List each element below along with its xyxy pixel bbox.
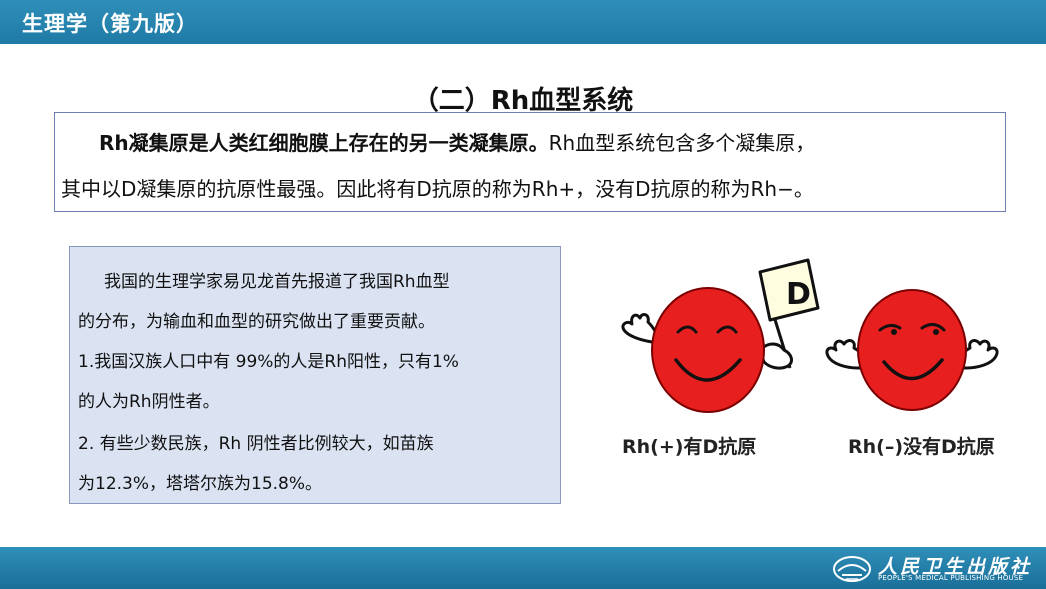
course-title: 生理学（第九版） bbox=[22, 12, 198, 36]
rh-cells-drawing: D bbox=[621, 258, 999, 413]
positive-cell-icon bbox=[651, 287, 765, 413]
publisher-name-en: PEOPLE'S MEDICAL PUBLISHING HOUSE bbox=[878, 574, 1024, 582]
info-line-5: 2. 有些少数民族，Rh 阴性者比例较大，如苗族 bbox=[78, 434, 434, 454]
rh-negative-label: Rh(–)没有D抗原 bbox=[848, 436, 995, 458]
definition-rest-text: Rh血型系统包含多个凝集原， bbox=[548, 131, 816, 155]
header-bar: 生理学（第九版） bbox=[0, 0, 1046, 44]
info-line-6: 为12.3%，塔塔尔族为15.8%。 bbox=[78, 474, 323, 494]
definition-line-2: 其中以D凝集原的抗原性最强。因此将有D抗原的称为Rh+，没有D抗原的称为Rh−。 bbox=[61, 177, 814, 201]
info-line-4: 的人为Rh阴性者。 bbox=[78, 392, 220, 412]
info-line-2: 的分布，为输血和血型的研究做出了重要贡献。 bbox=[78, 312, 435, 332]
flag-letter: D bbox=[786, 277, 811, 312]
info-line-1: 我国的生理学家易见龙首先报道了我国Rh血型 bbox=[104, 272, 450, 292]
negative-cell-icon bbox=[857, 289, 967, 411]
positive-left-hand-icon bbox=[621, 313, 658, 344]
definition-bold-text: Rh凝集原是人类红细胞膜上存在的另一类凝集原。 bbox=[99, 131, 549, 155]
publisher-emblem-icon bbox=[833, 556, 871, 582]
rh-illustration: D Rh(+)有D抗原 Rh(–)没有D抗原 bbox=[600, 250, 1020, 480]
definition-line-1: Rh凝集原是人类红细胞膜上存在的另一类凝集原。Rh血型系统包含多个凝集原， bbox=[99, 127, 815, 156]
definition-box: Rh凝集原是人类红细胞膜上存在的另一类凝集原。Rh血型系统包含多个凝集原， 其中… bbox=[54, 112, 1006, 212]
publisher-logo: 人民卫生出版社 PEOPLE'S MEDICAL PUBLISHING HOUS… bbox=[832, 551, 1032, 585]
info-line-3: 1.我国汉族人口中有 99%的人是Rh阳性，只有1% bbox=[78, 352, 459, 372]
info-box: 我国的生理学家易见龙首先报道了我国Rh血型 的分布，为输血和血型的研究做出了重要… bbox=[69, 246, 561, 504]
rh-positive-label: Rh(+)有D抗原 bbox=[622, 436, 757, 458]
